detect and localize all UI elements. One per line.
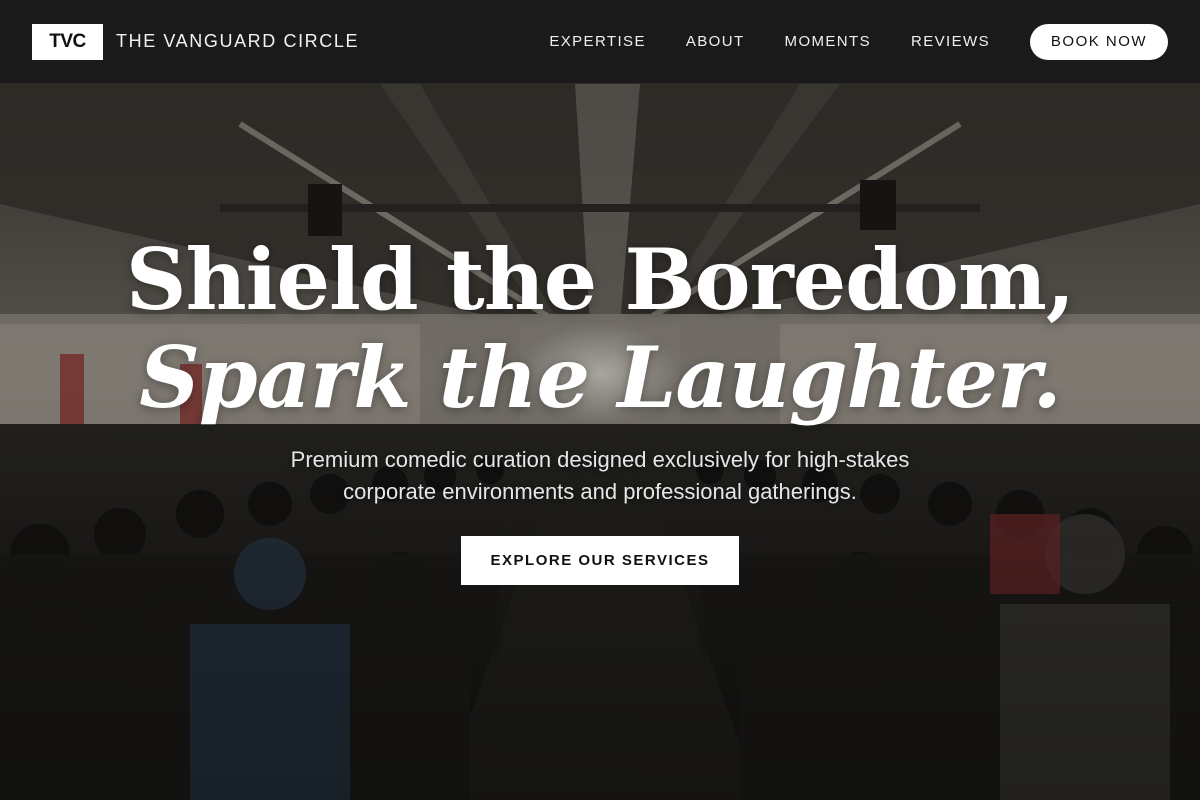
nav-item-about[interactable]: ABOUT (686, 33, 745, 50)
brand-name[interactable]: THE VANGUARD CIRCLE (116, 31, 359, 52)
logo[interactable]: TVC (32, 23, 103, 60)
hero-subtext: Premium comedic curation designed exclus… (290, 447, 910, 504)
site-header: TVC THE VANGUARD CIRCLE EXPERTISE ABOUT … (0, 0, 1200, 84)
nav-item-reviews[interactable]: REVIEWS (911, 33, 990, 50)
hero-section: Shield the Boredom, Spark the Laughter. … (0, 84, 1200, 800)
book-now-button[interactable]: BOOK NOW (1030, 23, 1168, 60)
main-nav: EXPERTISE ABOUT MOMENTS REVIEWS BOOK NOW (549, 23, 1168, 60)
hero-headline-line1: Shield the Boredom, (125, 230, 1075, 329)
nav-item-moments[interactable]: MOMENTS (785, 33, 871, 50)
hero-headline-line2: Spark the Laughter. (139, 328, 1062, 427)
explore-services-button[interactable]: EXPLORE OUR SERVICES (461, 536, 739, 585)
logo-text: TVC (49, 30, 86, 52)
nav-item-expertise[interactable]: EXPERTISE (549, 33, 646, 50)
hero-content: Shield the Boredom, Spark the Laughter. … (0, 84, 1200, 800)
